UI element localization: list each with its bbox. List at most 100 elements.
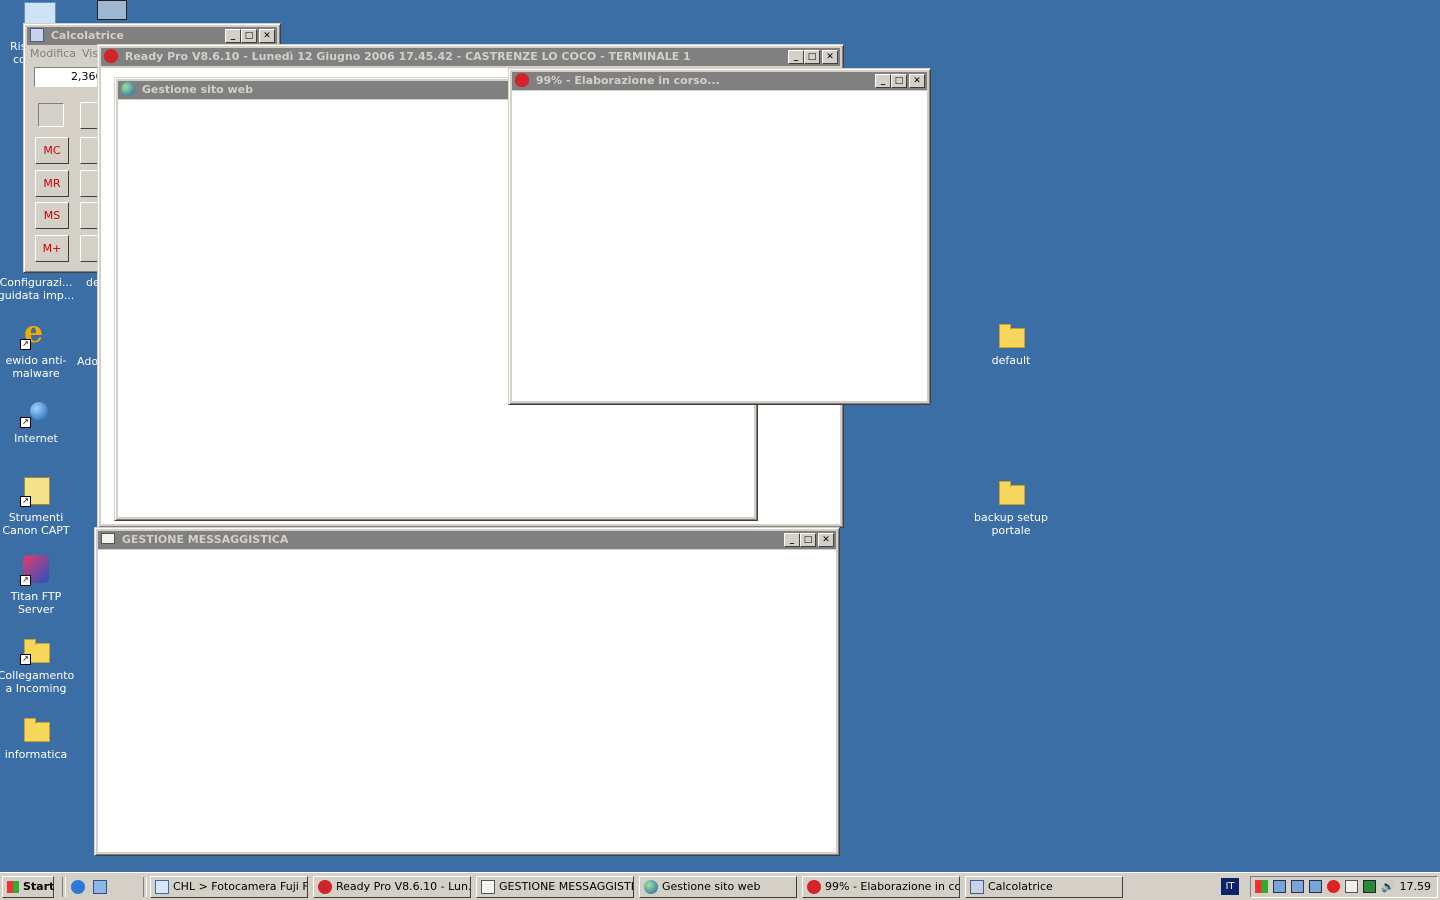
taskbar-item-label: GESTIONE MESSAGGISTI... — [499, 880, 634, 893]
desktop-icon-collegamento-incoming[interactable]: ↗ Collegamento a Incoming — [0, 633, 76, 695]
elaborazione-titlebar[interactable]: 99% - Elaborazione in corso... _ □ ✕ — [512, 72, 927, 90]
taskbar-item-elaborazione[interactable]: 99% - Elaborazione in co... — [802, 876, 960, 898]
maximize-button[interactable]: □ — [891, 74, 907, 88]
desktop-icon-label: backup setup portale — [973, 511, 1049, 537]
messaggistica-titlebar[interactable]: GESTIONE MESSAGGISTICA _ □ ✕ — [98, 531, 836, 549]
tray-antivirus-icon[interactable] — [1327, 880, 1340, 893]
tray-document-icon[interactable] — [1345, 880, 1358, 893]
taskbar-item-sitoweb[interactable]: Gestione sito web — [639, 876, 797, 898]
desktop-partial-label-ado: Ado — [77, 355, 99, 368]
elaborazione-client-area — [512, 91, 927, 401]
canon-capt-icon: ↗ — [20, 475, 52, 507]
strawberry-icon — [318, 880, 332, 894]
network-icon — [97, 0, 127, 20]
minimize-button[interactable]: _ — [225, 29, 241, 43]
system-tray: 🔊 17.59 — [1250, 876, 1438, 898]
desktop-icon-label: default — [991, 354, 1031, 367]
elaborazione-title: 99% - Elaborazione in corso... — [535, 74, 720, 87]
elaborazione-window[interactable]: 99% - Elaborazione in corso... _ □ ✕ — [508, 68, 931, 405]
close-button[interactable]: ✕ — [822, 50, 838, 64]
desktop-icon-internet[interactable]: ↗ Internet — [0, 396, 76, 445]
mr-button[interactable]: MR — [35, 170, 69, 197]
clock[interactable]: 17.59 — [1400, 877, 1432, 897]
folder-icon — [20, 712, 52, 744]
desktop-icon-label: Collegamento a Incoming — [0, 669, 75, 695]
desktop-icon-label: Titan FTP Server — [10, 590, 62, 616]
taskbar-item-readypro[interactable]: Ready Pro V8.6.10 - Lun... — [313, 876, 471, 898]
mplus-button[interactable]: M+ — [35, 235, 69, 262]
folder-icon — [995, 318, 1027, 350]
maximize-button[interactable]: □ — [804, 50, 820, 64]
sitoweb-title: Gestione sito web — [141, 83, 254, 96]
desktop-icon-ewido[interactable]: e ↗ ewido anti-malware — [0, 318, 76, 381]
shortcut-arrow-icon: ↗ — [20, 496, 31, 507]
taskbar-item-chl[interactable]: CHL > Fotocamera Fuji F... — [150, 876, 308, 898]
strawberry-icon — [104, 49, 118, 63]
taskbar-item-label: Calcolatrice — [988, 880, 1053, 893]
internet-globe-icon: ↗ — [20, 396, 52, 428]
taskbar-item-calcolatrice[interactable]: Calcolatrice — [965, 876, 1123, 898]
desktop-icon-canon-capt[interactable]: ↗ Strumenti Canon CAPT — [0, 475, 76, 537]
shortcut-arrow-icon: ↗ — [20, 417, 31, 428]
minimize-button[interactable]: _ — [788, 50, 804, 64]
desktop-icon-label: Internet — [14, 432, 58, 445]
minimize-button[interactable]: _ — [875, 74, 891, 88]
outlook-quicklaunch-icon[interactable] — [93, 880, 107, 894]
taskbar-item-label: Ready Pro V8.6.10 - Lun... — [336, 880, 471, 893]
shortcut-arrow-icon: ↗ — [20, 339, 31, 350]
calculator-titlebar[interactable]: Calcolatrice _ □ ✕ — [27, 27, 277, 45]
messaggistica-title: GESTIONE MESSAGGISTICA — [121, 533, 289, 546]
desktop-icon-label: Configurazi... guidata imp... — [0, 276, 75, 302]
shortcut-arrow-icon: ↗ — [20, 654, 31, 665]
desktop-icon-default[interactable]: default — [971, 318, 1051, 367]
ewido-icon: e ↗ — [20, 318, 52, 350]
start-label: Start — [23, 880, 55, 893]
memory-indicator — [38, 103, 64, 127]
envelope-icon — [101, 532, 115, 544]
close-button[interactable]: ✕ — [259, 29, 275, 43]
mc-button[interactable]: MC — [35, 137, 69, 164]
close-button[interactable]: ✕ — [818, 533, 834, 547]
desktop-icon-label: ewido anti-malware — [5, 354, 67, 380]
maximize-button[interactable]: □ — [800, 533, 816, 547]
taskbar-item-messaggistica[interactable]: GESTIONE MESSAGGISTI... — [476, 876, 634, 898]
titan-ftp-icon: ↗ — [20, 554, 52, 586]
language-indicator[interactable]: IT — [1221, 878, 1239, 895]
shortcut-arrow-icon: ↗ — [20, 575, 31, 586]
quicklaunch-divider — [62, 877, 66, 897]
maximize-button[interactable]: □ — [241, 29, 257, 43]
desktop-icon-informatica[interactable]: informatica — [0, 712, 76, 761]
close-button[interactable]: ✕ — [909, 74, 925, 88]
desktop-icon-network[interactable] — [72, 0, 152, 24]
menu-modifica[interactable]: Modifica — [30, 47, 76, 60]
ms-button[interactable]: MS — [35, 202, 69, 229]
tray-network-icon[interactable] — [1273, 880, 1286, 893]
readypro-titlebar[interactable]: Ready Pro V8.6.10 - Lunedì 12 Giugno 200… — [101, 48, 840, 66]
desktop-icon-configurazione[interactable]: Configurazi... guidata imp... — [0, 276, 76, 302]
documents-icon — [24, 2, 56, 24]
tray-flag-icon[interactable] — [1255, 880, 1268, 893]
taskbar: Start CHL > Fotocamera Fuji F... Ready P… — [0, 872, 1440, 900]
desktop-icon-titan-ftp[interactable]: ↗ Titan FTP Server — [0, 554, 76, 616]
desktop-icon-backup-setup-portale[interactable]: backup setup portale — [971, 475, 1051, 537]
globe-icon — [644, 880, 658, 894]
readypro-title: Ready Pro V8.6.10 - Lunedì 12 Giugno 200… — [124, 50, 691, 63]
taskbar-item-label: Gestione sito web — [662, 880, 761, 893]
minimize-button[interactable]: _ — [784, 533, 800, 547]
messaggistica-client-area — [98, 550, 836, 852]
taskbar-item-label: CHL > Fotocamera Fuji F... — [173, 880, 308, 893]
tray-network-icon[interactable] — [1291, 880, 1304, 893]
windows-logo-icon — [7, 881, 19, 893]
desktop-icon-label: informatica — [4, 748, 68, 761]
start-button[interactable]: Start — [2, 876, 54, 898]
messaggistica-window[interactable]: GESTIONE MESSAGGISTICA _ □ ✕ — [94, 527, 840, 856]
ie-quicklaunch-icon[interactable] — [71, 880, 85, 894]
folder-icon — [995, 475, 1027, 507]
tray-volume-icon[interactable]: 🔊 — [1381, 880, 1395, 893]
calculator-icon — [970, 880, 984, 894]
strawberry-icon — [807, 880, 821, 894]
tray-monitor-icon[interactable] — [1363, 880, 1376, 893]
tray-network-icon[interactable] — [1309, 880, 1322, 893]
calculator-title: Calcolatrice — [50, 29, 124, 42]
ie-page-icon — [155, 880, 169, 894]
